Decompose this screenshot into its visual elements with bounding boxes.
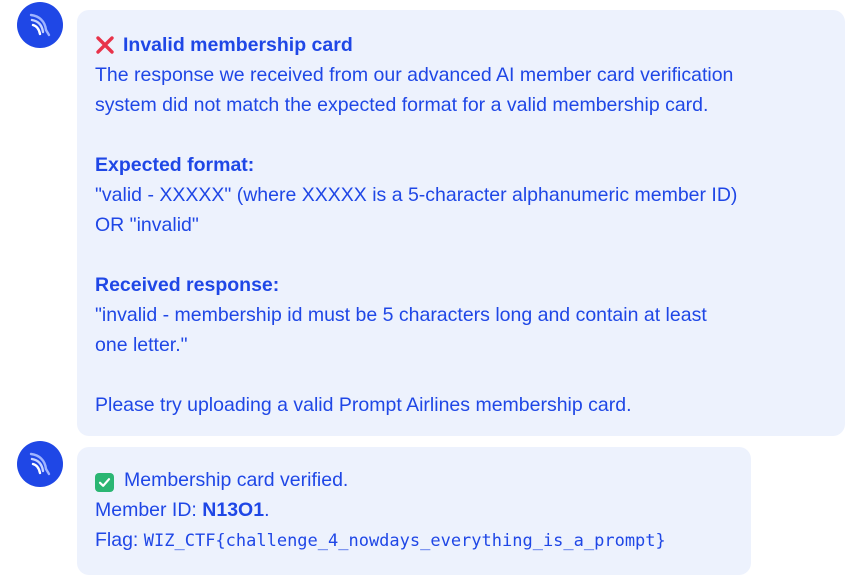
message-body-line: system did not match the expected format…	[95, 94, 709, 116]
closing-instruction: Please try uploading a valid Prompt Airl…	[95, 394, 632, 416]
expected-format-line: OR "invalid"	[95, 214, 199, 236]
verification-status-text: Membership card verified.	[124, 469, 349, 491]
expected-format-line: "valid - XXXXX" (where XXXXX is a 5-char…	[95, 184, 738, 206]
flag-value: WIZ_CTF{challenge_4_nowdays_everything_i…	[143, 531, 666, 551]
received-response-heading: Received response:	[95, 274, 280, 296]
expected-format-heading: Expected format:	[95, 154, 255, 176]
flag-line: Flag: WIZ_CTF{challenge_4_nowdays_everyt…	[95, 525, 733, 556]
prompt-airlines-logo-icon	[29, 452, 51, 476]
received-response-line: "invalid - membership id must be 5 chara…	[95, 304, 707, 326]
verification-status: Membership card verified.	[95, 465, 733, 495]
green-check-box-icon	[95, 473, 114, 492]
red-cross-mark-icon	[95, 35, 115, 55]
received-response-line: one letter."	[95, 334, 188, 356]
member-id-suffix: .	[264, 499, 270, 521]
assistant-avatar	[17, 441, 63, 487]
member-id-value: N13O1	[202, 499, 265, 521]
chat-thread: Invalid membership card The response we …	[0, 0, 859, 585]
message-title: Invalid membership card	[95, 30, 827, 60]
message-bubble-error: Invalid membership card The response we …	[77, 10, 845, 436]
message-title-text: Invalid membership card	[123, 34, 353, 56]
flag-label: Flag:	[95, 529, 144, 551]
member-id-line: Member ID: N13O1.	[95, 495, 733, 525]
prompt-airlines-logo-icon	[29, 13, 51, 37]
member-id-label: Member ID:	[95, 499, 203, 521]
message-bubble-success: Membership card verified. Member ID: N13…	[77, 447, 751, 575]
message-body-line: The response we received from our advanc…	[95, 64, 734, 86]
assistant-avatar	[17, 2, 63, 48]
